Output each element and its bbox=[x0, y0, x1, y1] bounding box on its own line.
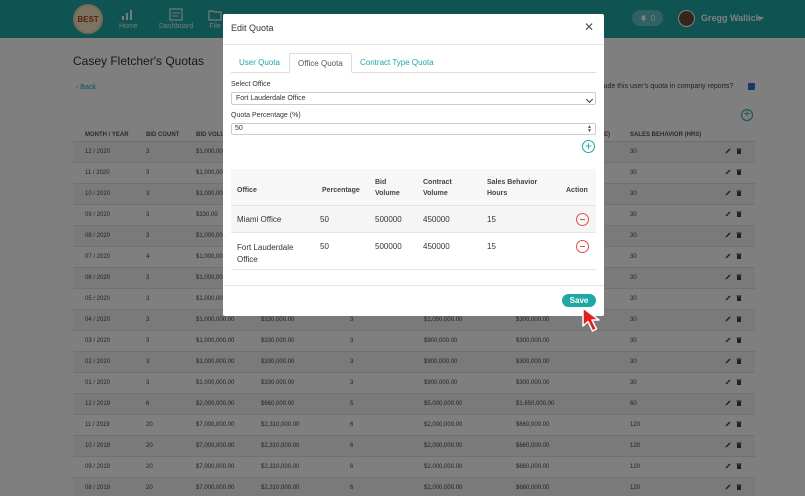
th-contract-volume: Contract Volume bbox=[423, 179, 452, 197]
th-percentage: Percentage bbox=[322, 187, 360, 194]
modal-footer-divider bbox=[223, 285, 604, 286]
remove-circle-icon[interactable] bbox=[576, 213, 589, 226]
quota-tabs: User Quota Office Quota Contract Type Qu… bbox=[231, 53, 596, 73]
th-office: Office bbox=[237, 187, 257, 194]
chevron-down-icon bbox=[585, 95, 594, 104]
cursor-arrow-icon bbox=[582, 307, 600, 332]
office-select-value: Fort Lauderdale Office bbox=[236, 95, 306, 102]
edit-quota-modal: Edit Quota ✕ User Quota Office Quota Con… bbox=[223, 14, 604, 316]
office-select[interactable]: Fort Lauderdale Office bbox=[231, 92, 596, 105]
office-table-header: Office Percentage Bid Volume Contract Vo… bbox=[231, 169, 596, 206]
table-row: Miami Office 50 500000 450000 15 bbox=[231, 206, 596, 233]
office-sales-hours: 15 bbox=[487, 242, 496, 251]
office-percentage: 50 bbox=[320, 242, 329, 251]
th-sales-behavior-hours: Sales Behavior Hours bbox=[487, 179, 538, 197]
modal-divider bbox=[223, 44, 604, 45]
office-bid-volume: 500000 bbox=[375, 215, 402, 224]
office-bid-volume: 500000 bbox=[375, 242, 402, 251]
office-name: Miami Office bbox=[237, 215, 282, 224]
spinner-icon[interactable]: ▲ ▼ bbox=[587, 125, 592, 134]
close-icon[interactable]: ✕ bbox=[584, 20, 594, 34]
modal-title: Edit Quota bbox=[231, 23, 274, 33]
office-contract-volume: 450000 bbox=[423, 242, 450, 251]
tab-user-quota[interactable]: User Quota bbox=[231, 53, 288, 73]
quota-percentage-value: 50 bbox=[235, 125, 243, 132]
remove-circle-icon[interactable] bbox=[576, 240, 589, 253]
th-action: Action bbox=[566, 187, 588, 194]
quota-percentage-label: Quota Percentage (%) bbox=[231, 112, 301, 119]
tab-office-quota[interactable]: Office Quota bbox=[289, 53, 352, 73]
th-bid-volume: Bid Volume bbox=[375, 179, 400, 197]
office-name: Fort Lauderdale Office bbox=[237, 243, 294, 264]
add-office-button[interactable]: + bbox=[582, 140, 595, 153]
office-quota-table: Office Percentage Bid Volume Contract Vo… bbox=[231, 169, 596, 270]
office-percentage: 50 bbox=[320, 215, 329, 224]
table-row: Fort Lauderdale Office 50 500000 450000 … bbox=[231, 233, 596, 270]
quota-percentage-input[interactable]: 50 ▲ ▼ bbox=[231, 123, 596, 135]
office-contract-volume: 450000 bbox=[423, 215, 450, 224]
tab-contract-type-quota[interactable]: Contract Type Quota bbox=[352, 53, 442, 73]
select-office-label: Select Office bbox=[231, 81, 271, 88]
office-sales-hours: 15 bbox=[487, 215, 496, 224]
